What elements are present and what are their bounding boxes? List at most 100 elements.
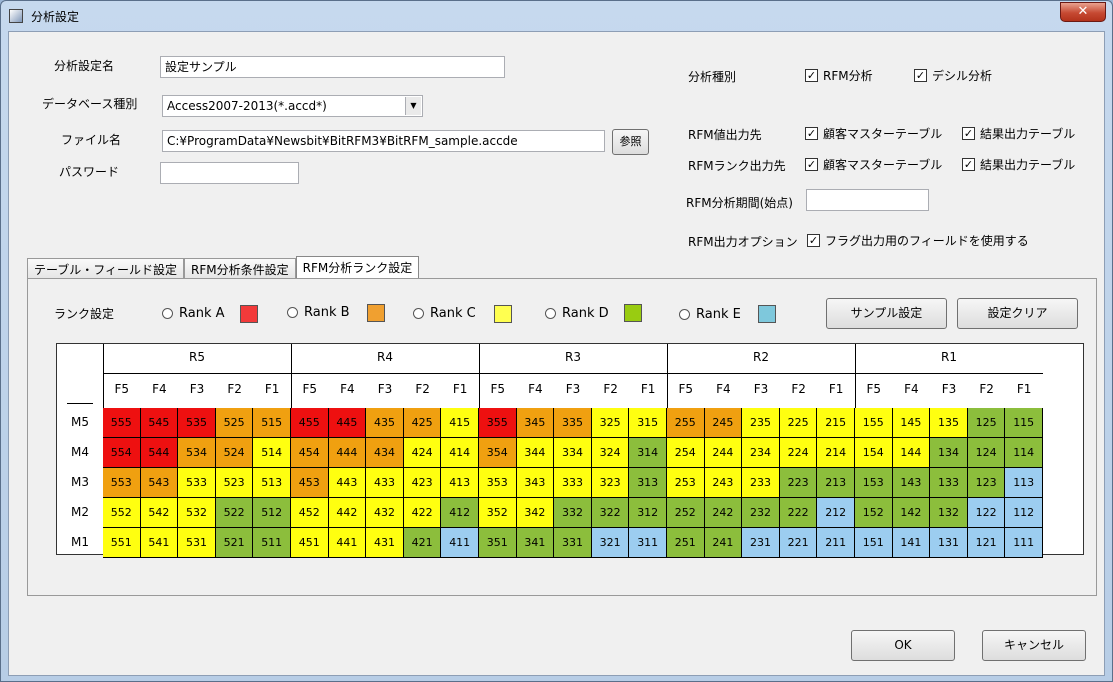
- rfm-cell[interactable]: 241: [704, 528, 743, 558]
- rfm-cell[interactable]: 321: [591, 528, 630, 558]
- rfm-cell[interactable]: 254: [667, 438, 705, 468]
- browse-button[interactable]: 参照: [612, 129, 649, 155]
- rfm-cell[interactable]: 554: [103, 438, 141, 468]
- rfm-cell[interactable]: 511: [253, 528, 291, 558]
- rfm-cell[interactable]: 253: [667, 468, 705, 498]
- rfm-cell[interactable]: 335: [554, 408, 592, 438]
- rfm-cell[interactable]: 332: [554, 498, 592, 528]
- rfm-cell[interactable]: 311: [629, 528, 667, 558]
- rank-a-swatch[interactable]: [240, 305, 258, 323]
- rank-c-swatch[interactable]: [494, 305, 512, 323]
- rfm-cell[interactable]: 221: [779, 528, 818, 558]
- rfm-cell[interactable]: 551: [103, 528, 141, 558]
- rfm-cell[interactable]: 314: [629, 438, 667, 468]
- rfm-cell[interactable]: 541: [140, 528, 179, 558]
- rfm-cell[interactable]: 414: [441, 438, 479, 468]
- rfm-cell[interactable]: 134: [930, 438, 968, 468]
- rfm-cell[interactable]: 233: [742, 468, 780, 498]
- rfm-cell[interactable]: 431: [366, 528, 404, 558]
- rfm-cell[interactable]: 211: [817, 528, 855, 558]
- flag-field-checkbox[interactable]: ✓ フラグ出力用のフィールドを使用する: [807, 232, 1029, 249]
- rfm-cell[interactable]: 533: [178, 468, 216, 498]
- chevron-down-icon[interactable]: ▼: [405, 97, 421, 115]
- rfm-cell[interactable]: 555: [103, 408, 141, 438]
- rfm-cell[interactable]: 433: [366, 468, 404, 498]
- rfm-cell[interactable]: 252: [667, 498, 705, 528]
- rank-c-radio[interactable]: Rank C: [413, 306, 476, 321]
- cancel-button[interactable]: キャンセル: [982, 630, 1086, 661]
- rfm-cell[interactable]: 415: [441, 408, 479, 438]
- rfm-cell[interactable]: 412: [441, 498, 479, 528]
- rfm-cell[interactable]: 553: [103, 468, 141, 498]
- rfm-cell[interactable]: 123: [967, 468, 1006, 498]
- sample-settings-button[interactable]: サンプル設定: [826, 298, 947, 329]
- rfm-cell[interactable]: 454: [291, 438, 329, 468]
- rfm-cell[interactable]: 444: [328, 438, 367, 468]
- rfm-cell[interactable]: 113: [1005, 468, 1043, 498]
- value-result-checkbox[interactable]: ✓ 結果出力テーブル: [962, 125, 1075, 142]
- rfm-cell[interactable]: 435: [366, 408, 404, 438]
- rfm-cell[interactable]: 213: [817, 468, 855, 498]
- rfm-cell[interactable]: 544: [140, 438, 179, 468]
- rfm-cell[interactable]: 144: [892, 438, 931, 468]
- rfm-cell[interactable]: 315: [629, 408, 667, 438]
- rfm-cell[interactable]: 244: [704, 438, 743, 468]
- rfm-cell[interactable]: 131: [930, 528, 968, 558]
- rfm-cell[interactable]: 145: [892, 408, 931, 438]
- rfm-cell[interactable]: 353: [479, 468, 517, 498]
- rfm-cell[interactable]: 251: [667, 528, 705, 558]
- rfm-cell[interactable]: 432: [366, 498, 404, 528]
- rank-b-radio[interactable]: Rank B: [287, 305, 350, 320]
- rfm-cell[interactable]: 323: [591, 468, 630, 498]
- rfm-cell[interactable]: 442: [328, 498, 367, 528]
- rfm-cell[interactable]: 324: [591, 438, 630, 468]
- rfm-cell[interactable]: 111: [1005, 528, 1043, 558]
- rfm-cell[interactable]: 242: [704, 498, 743, 528]
- tab-table-field[interactable]: テーブル・フィールド設定: [27, 258, 185, 279]
- rfm-cell[interactable]: 343: [516, 468, 555, 498]
- rank-e-swatch[interactable]: [758, 305, 776, 323]
- rfm-cell[interactable]: 512: [253, 498, 291, 528]
- rfm-cell[interactable]: 312: [629, 498, 667, 528]
- rfm-cell[interactable]: 513: [253, 468, 291, 498]
- rfm-cell[interactable]: 325: [591, 408, 630, 438]
- rank-a-radio[interactable]: Rank A: [162, 306, 225, 321]
- rfm-cell[interactable]: 424: [403, 438, 442, 468]
- rfm-cell[interactable]: 243: [704, 468, 743, 498]
- rfm-cell[interactable]: 333: [554, 468, 592, 498]
- rfm-cell[interactable]: 441: [328, 528, 367, 558]
- rfm-cell[interactable]: 232: [742, 498, 780, 528]
- rfm-cell[interactable]: 525: [215, 408, 254, 438]
- rfm-cell[interactable]: 152: [855, 498, 893, 528]
- rfm-cell[interactable]: 445: [328, 408, 367, 438]
- rfm-cell[interactable]: 543: [140, 468, 179, 498]
- file-input[interactable]: C:¥ProgramData¥Newsbit¥BitRFM3¥BitRFM_sa…: [162, 130, 605, 152]
- rfm-cell[interactable]: 222: [779, 498, 818, 528]
- rfm-cell[interactable]: 142: [892, 498, 931, 528]
- rfm-cell[interactable]: 345: [516, 408, 555, 438]
- rfm-cell[interactable]: 154: [855, 438, 893, 468]
- rfm-cell[interactable]: 135: [930, 408, 968, 438]
- rfm-cell[interactable]: 524: [215, 438, 254, 468]
- rfm-cell[interactable]: 155: [855, 408, 893, 438]
- rfm-cell[interactable]: 443: [328, 468, 367, 498]
- rfm-cell[interactable]: 114: [1005, 438, 1043, 468]
- name-input[interactable]: 設定サンプル: [160, 56, 505, 78]
- rfm-cell[interactable]: 151: [855, 528, 893, 558]
- rfm-cell[interactable]: 224: [779, 438, 818, 468]
- rank-e-radio[interactable]: Rank E: [679, 307, 741, 322]
- password-input[interactable]: [160, 162, 299, 184]
- rfm-cell[interactable]: 215: [817, 408, 855, 438]
- rfm-cell[interactable]: 143: [892, 468, 931, 498]
- rfm-cell[interactable]: 331: [554, 528, 592, 558]
- rfm-cell[interactable]: 425: [403, 408, 442, 438]
- rfm-cell[interactable]: 521: [215, 528, 254, 558]
- rfm-analysis-checkbox[interactable]: ✓ RFM分析: [805, 67, 873, 84]
- rfm-cell[interactable]: 121: [967, 528, 1006, 558]
- rfm-cell[interactable]: 344: [516, 438, 555, 468]
- ok-button[interactable]: OK: [851, 630, 955, 661]
- rfm-cell[interactable]: 354: [479, 438, 517, 468]
- rfm-cell[interactable]: 115: [1005, 408, 1043, 438]
- rfm-cell[interactable]: 341: [516, 528, 555, 558]
- tab-rfm-condition[interactable]: RFM分析条件設定: [184, 258, 296, 279]
